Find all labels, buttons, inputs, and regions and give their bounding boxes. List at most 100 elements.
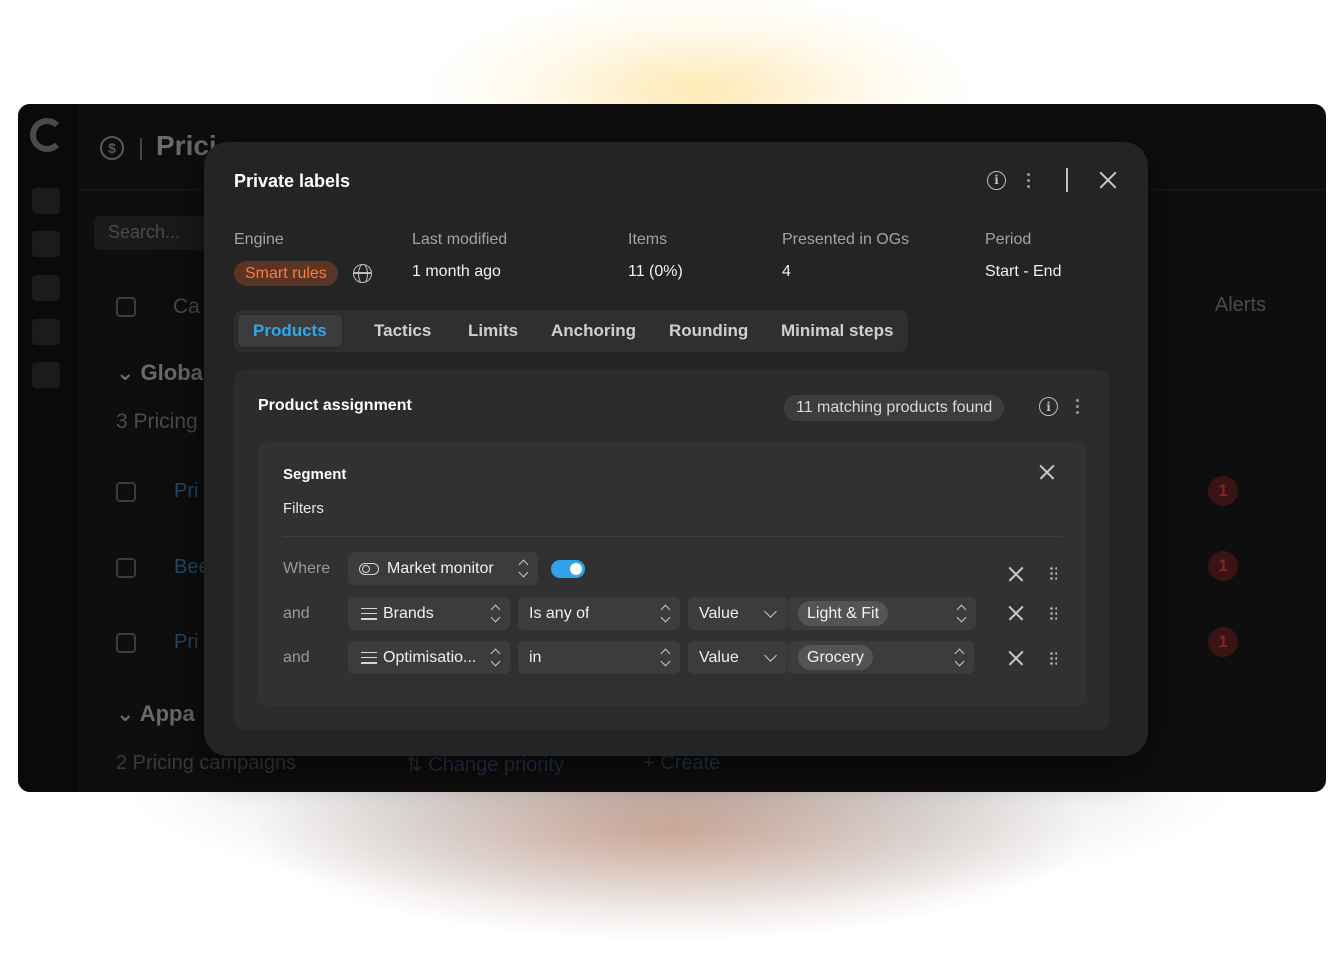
tab-limits[interactable]: Limits [468,315,518,347]
list-icon [361,651,377,664]
segment-title: Segment [283,466,347,483]
value-tag: Grocery [798,645,873,670]
items-label: Items [628,231,668,248]
market-monitor-toggle[interactable] [551,560,585,578]
remove-filter-icon[interactable] [1008,605,1024,621]
select-all-checkbox[interactable] [116,297,136,317]
filter-connector: and [283,605,310,622]
group-header-global[interactable]: ⌄ Globa [116,360,203,386]
segment-panel: Segment Filters Where Market monitor and… [258,442,1087,706]
updown-chevron-icon [491,604,501,623]
last-modified-value: 1 month ago [412,263,501,280]
updown-chevron-icon [955,648,965,667]
column-header-alerts: Alerts [1214,294,1266,316]
field-select-label: Optimisatio... [383,648,477,666]
filter-connector: Where [283,560,331,577]
info-icon[interactable]: i [987,170,1006,190]
updown-chevron-icon [519,559,529,578]
updown-chevron-icon [491,648,501,667]
modal-tabs: Products Tactics Limits Anchoring Roundi… [234,310,908,352]
field-select-label: Brands [383,604,434,622]
nav-rail [18,104,78,792]
more-options-icon[interactable] [1026,172,1030,188]
updown-chevron-icon [661,604,671,623]
divider [283,536,1062,537]
value-tag: Light & Fit [798,601,889,626]
period-value: Start - End [985,263,1062,280]
last-modified-label: Last modified [412,231,508,248]
alert-badge: 1 [1208,627,1238,657]
more-options-icon[interactable] [1075,399,1079,414]
change-priority-label: Change priority [428,754,564,776]
header-divider [140,138,142,160]
drag-handle-icon[interactable] [1049,566,1057,580]
updown-chevron-icon [957,604,967,623]
alert-badge: 1 [1208,476,1238,506]
info-icon[interactable]: i [1039,397,1058,416]
private-labels-modal: Private labels i Engine Smart rules Last… [204,142,1148,756]
value-select[interactable]: Grocery [788,641,974,674]
tab-tactics[interactable]: Tactics [374,315,431,347]
row-checkbox[interactable] [116,633,136,653]
nav-item-icon [32,319,60,345]
tab-anchoring[interactable]: Anchoring [551,315,636,347]
tab-rounding[interactable]: Rounding [669,315,748,347]
operator-select[interactable]: Is any of [518,597,680,630]
value-type-select[interactable]: Value [688,597,787,630]
close-icon[interactable] [1098,170,1118,190]
close-icon[interactable] [1039,464,1055,480]
updown-chevron-icon [661,648,671,667]
value-type-label: Value [699,604,739,622]
drag-handle-icon[interactable] [1049,651,1057,665]
field-select-brands[interactable]: Brands [348,597,510,630]
field-select-optimisation[interactable]: Optimisatio... [348,641,510,674]
engine-badge: Smart rules [234,261,338,286]
app-logo-icon [30,118,64,152]
filter-connector: and [283,649,310,666]
toggle-field-icon [359,562,379,575]
group-label: Globa [140,360,203,385]
value-type-label: Value [699,648,739,666]
presented-label: Presented in OGs [782,231,910,248]
campaign-link[interactable]: Pri [174,631,198,654]
group-header-apparel[interactable]: ⌄ Appa [116,701,195,727]
items-value: 11 (0%) [628,263,683,280]
header-divider [1066,168,1068,192]
nav-item-icon [32,231,60,257]
tab-products[interactable]: Products [238,315,342,347]
alert-badge: 1 [1208,551,1238,581]
tab-minimal-steps[interactable]: Minimal steps [781,315,893,347]
group-label: Appa [139,701,195,726]
field-select-market-monitor[interactable]: Market monitor [348,552,538,585]
filters-label: Filters [283,500,324,517]
modal-title: Private labels [234,171,351,191]
field-select-label: Market monitor [387,559,494,577]
nav-item-icon [32,362,60,388]
period-label: Period [985,231,1032,248]
group-count: 3 Pricing [116,410,198,433]
nav-item-icon [32,275,60,301]
drag-handle-icon[interactable] [1049,606,1057,620]
remove-filter-icon[interactable] [1008,566,1024,582]
engine-label: Engine [234,231,284,248]
chevron-down-icon [764,649,777,662]
product-assignment-card: Product assignment 11 matching products … [234,370,1109,730]
presented-value: 4 [782,263,791,280]
campaign-link[interactable]: Pri [174,480,198,503]
operator-select[interactable]: in [518,641,680,674]
matching-products-badge: 11 matching products found [784,395,1005,421]
row-checkbox[interactable] [116,558,136,578]
remove-filter-icon[interactable] [1008,650,1024,666]
operator-label: in [529,648,542,666]
window-shadow [120,790,1240,910]
list-icon [361,607,377,620]
operator-label: Is any of [529,604,590,622]
chevron-down-icon [764,605,777,618]
row-checkbox[interactable] [116,482,136,502]
nav-item-icon [32,188,60,214]
globe-icon[interactable] [353,264,372,283]
value-type-select[interactable]: Value [688,641,787,674]
value-select[interactable]: Light & Fit [788,597,976,630]
column-header-campaign: Ca [173,295,200,318]
dollar-icon: $ [100,136,124,160]
